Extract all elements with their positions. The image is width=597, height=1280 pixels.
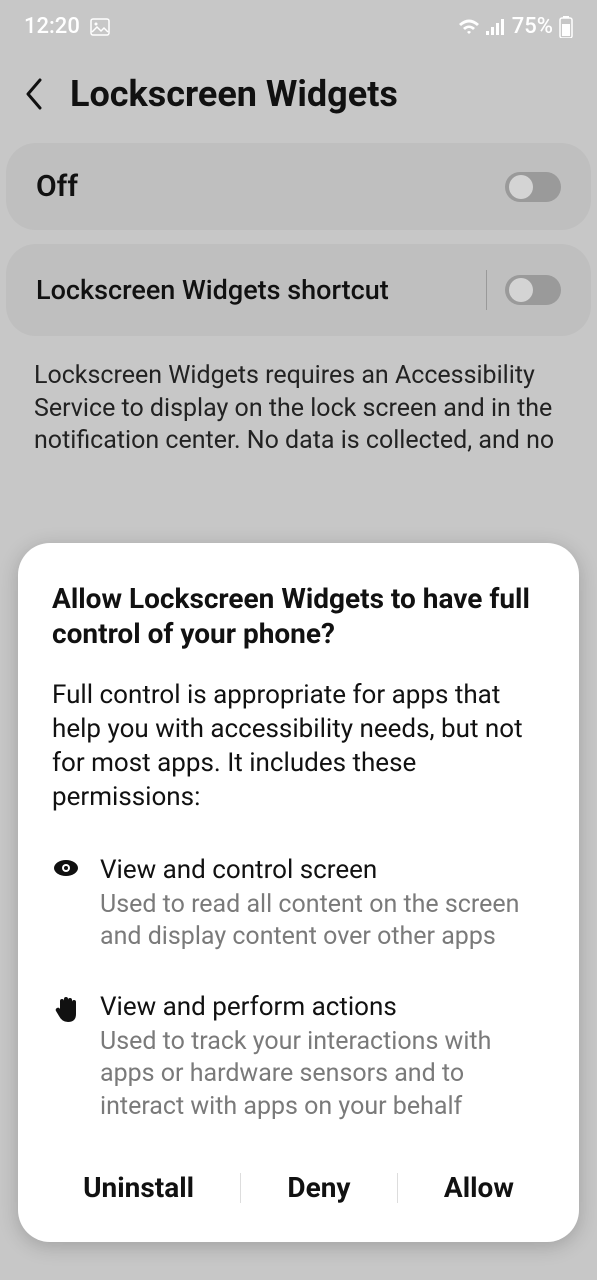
picture-icon: [90, 17, 110, 37]
permission-title: View and perform actions: [100, 992, 545, 1022]
permission-dialog: Allow Lockscreen Widgets to have full co…: [18, 543, 579, 1242]
main-toggle-label: Off: [36, 169, 78, 204]
permission-item: View and control screen Used to read all…: [52, 855, 545, 954]
signal-icon: [486, 19, 506, 35]
divider: [397, 1173, 398, 1203]
header: Lockscreen Widgets: [0, 49, 597, 143]
eye-icon: [52, 855, 80, 954]
dialog-buttons: Uninstall Deny Allow: [52, 1161, 545, 1214]
permission-item: View and perform actions Used to track y…: [52, 992, 545, 1124]
dialog-title: Allow Lockscreen Widgets to have full co…: [52, 581, 545, 651]
permission-description: Used to read all content on the screen a…: [100, 889, 545, 954]
page-title: Lockscreen Widgets: [70, 73, 398, 115]
back-button[interactable]: [20, 80, 48, 108]
allow-button[interactable]: Allow: [428, 1161, 530, 1214]
status-bar: 12:20 75%: [0, 0, 597, 49]
permission-description: Used to track your interactions with app…: [100, 1026, 545, 1124]
shortcut-label: Lockscreen Widgets shortcut: [36, 274, 389, 306]
permission-title: View and control screen: [100, 855, 545, 885]
status-battery-text: 75%: [512, 14, 553, 39]
divider: [240, 1173, 241, 1203]
hand-icon: [52, 992, 80, 1124]
wifi-icon: [458, 18, 480, 36]
uninstall-button[interactable]: Uninstall: [67, 1161, 210, 1214]
divider: [486, 270, 487, 310]
main-toggle-switch[interactable]: [505, 172, 561, 202]
battery-icon: [559, 16, 573, 38]
status-time: 12:20: [24, 14, 80, 39]
dialog-description: Full control is appropriate for apps tha…: [52, 679, 545, 814]
deny-button[interactable]: Deny: [271, 1161, 366, 1214]
shortcut-card[interactable]: Lockscreen Widgets shortcut: [6, 244, 591, 336]
main-toggle-card[interactable]: Off: [6, 143, 591, 230]
description-text: Lockscreen Widgets requires an Accessibi…: [0, 350, 597, 458]
shortcut-toggle-switch[interactable]: [505, 275, 561, 305]
